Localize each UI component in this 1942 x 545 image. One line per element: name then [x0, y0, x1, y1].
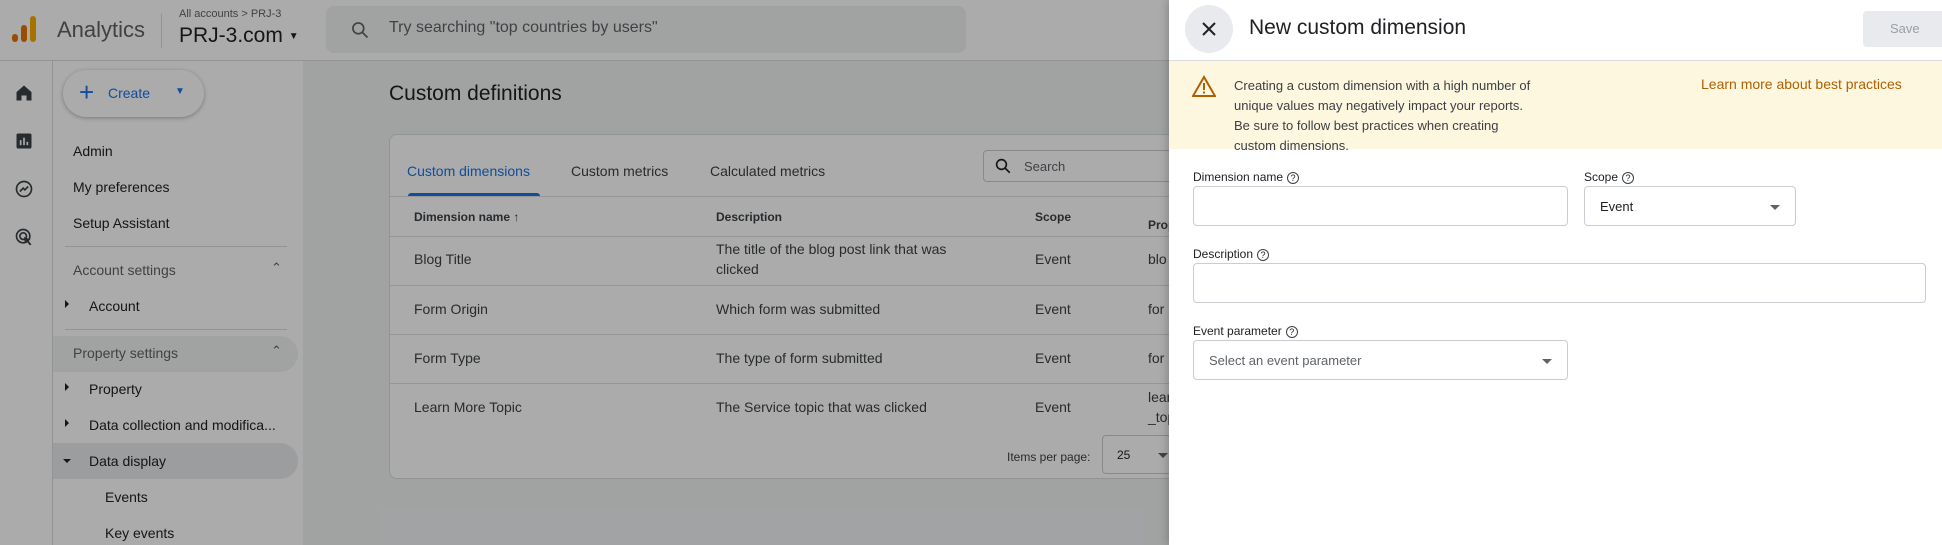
save-label: Save: [1890, 21, 1920, 36]
label-text: Scope: [1584, 170, 1619, 184]
help-icon[interactable]: ?: [1257, 248, 1270, 261]
learn-more-link[interactable]: Learn more about best practices: [1701, 76, 1902, 92]
close-icon: [1202, 22, 1216, 36]
help-icon[interactable]: ?: [1285, 325, 1298, 338]
event-parameter-select[interactable]: Select an event parameter: [1193, 340, 1568, 380]
dimension-name-label: Dimension name?: [1193, 170, 1300, 184]
help-icon[interactable]: ?: [1622, 171, 1635, 184]
label-text: Description: [1193, 247, 1254, 261]
dropdown-icon: [1542, 359, 1552, 364]
dimension-name-input[interactable]: [1193, 186, 1568, 226]
dropdown-icon: [1770, 205, 1780, 210]
new-custom-dimension-panel: New custom dimension Save Creating a cus…: [1169, 0, 1942, 545]
close-button[interactable]: [1185, 5, 1233, 53]
scope-value: Event: [1600, 199, 1634, 214]
event-parameter-placeholder: Select an event parameter: [1209, 353, 1362, 368]
warning-icon: [1192, 75, 1216, 97]
modal-scrim[interactable]: [0, 0, 1169, 545]
warning-banner: Creating a custom dimension with a high …: [1169, 61, 1942, 153]
description-label: Description?: [1193, 247, 1270, 261]
scope-select[interactable]: Event: [1584, 186, 1796, 226]
label-text: Event parameter: [1193, 324, 1282, 338]
help-icon[interactable]: ?: [1287, 171, 1300, 184]
description-input[interactable]: [1193, 263, 1926, 303]
label-text: Dimension name: [1193, 170, 1284, 184]
save-button[interactable]: Save: [1863, 11, 1942, 47]
event-parameter-label: Event parameter?: [1193, 324, 1298, 338]
panel-title: New custom dimension: [1249, 16, 1467, 39]
scope-label: Scope?: [1584, 170, 1635, 184]
warning-text: Creating a custom dimension with a high …: [1234, 78, 1531, 153]
